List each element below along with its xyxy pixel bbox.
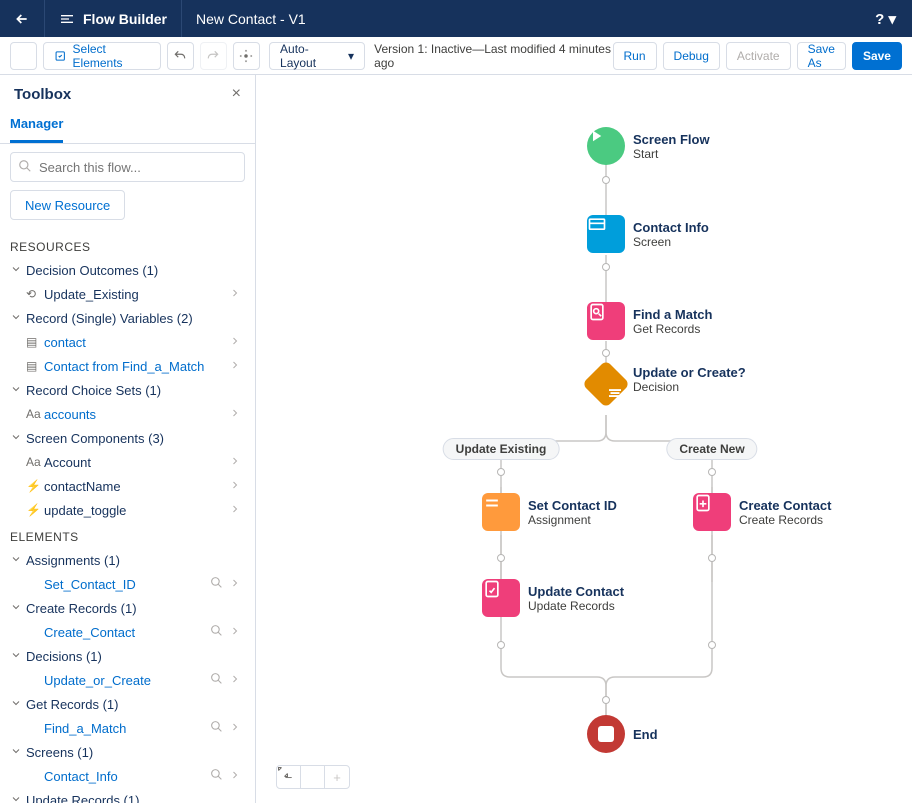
tree-item[interactable]: ⚡update_toggle (10, 498, 245, 522)
node-create-contact[interactable]: Create Contact Create Records (693, 493, 831, 531)
chevron-right-icon[interactable] (229, 334, 245, 350)
tree-item[interactable]: Set_Contact_ID (10, 572, 245, 596)
tree-item[interactable]: ⚡contactName (10, 474, 245, 498)
chevron-right-icon[interactable] (229, 720, 245, 736)
chevron-right-icon[interactable] (229, 406, 245, 422)
branch-label-update[interactable]: Update Existing (443, 438, 560, 460)
tab-manager[interactable]: Manager (10, 107, 63, 143)
chevron-right-icon[interactable] (229, 768, 245, 784)
version-status: Version 1: Inactive—Last modified 4 minu… (374, 42, 612, 70)
undo-button[interactable] (167, 42, 194, 70)
node-end[interactable]: End (587, 715, 658, 753)
node-find-match[interactable]: Find a Match Get Records (587, 302, 712, 340)
flow-connectors (256, 75, 912, 803)
tree-item[interactable]: Create_Contact (10, 620, 245, 644)
toolbox-title: Toolbox (14, 86, 71, 103)
node-set-contact-id[interactable]: Set Contact ID Assignment (482, 493, 617, 531)
close-toolbox-button[interactable]: × (232, 85, 241, 103)
tree-item[interactable]: Find_a_Match (10, 716, 245, 740)
chevron-right-icon[interactable] (229, 454, 245, 470)
app-title: Flow Builder (45, 0, 181, 37)
tree-item[interactable]: Contact_Info (10, 764, 245, 788)
redo-button[interactable] (200, 42, 227, 70)
branch-label-create[interactable]: Create New (666, 438, 757, 460)
run-button[interactable]: Run (613, 42, 657, 70)
locate-icon[interactable] (210, 576, 223, 592)
update-records-icon (482, 579, 520, 617)
chevron-right-icon[interactable] (229, 358, 245, 374)
chevron-right-icon[interactable] (229, 286, 245, 302)
help-button[interactable]: ? ▾ (859, 10, 912, 28)
zoom-fit-button[interactable] (301, 766, 325, 788)
settings-button[interactable] (233, 42, 260, 70)
tree-group[interactable]: Screens (1) (10, 740, 245, 764)
tree-item[interactable]: Update_or_Create (10, 668, 245, 692)
decision-icon (582, 360, 630, 408)
resources-heading: RESOURCES (10, 240, 245, 254)
elements-heading: ELEMENTS (10, 530, 245, 544)
locate-icon[interactable] (210, 624, 223, 640)
end-icon (587, 715, 625, 753)
tree-group[interactable]: Update Records (1) (10, 788, 245, 803)
search-input[interactable] (10, 152, 245, 182)
tree-item[interactable]: ▤contact (10, 330, 245, 354)
toggle-toolbox-button[interactable] (10, 42, 37, 70)
tree-item[interactable]: AaAccount (10, 450, 245, 474)
flow-name: New Contact - V1 (182, 11, 320, 27)
main: Toolbox × Manager New Resource RESOURCES… (0, 75, 912, 803)
tree-group[interactable]: Record (Single) Variables (2) (10, 306, 245, 330)
node-update-contact[interactable]: Update Contact Update Records (482, 579, 624, 617)
back-button[interactable] (0, 0, 44, 37)
select-elements-button[interactable]: Select Elements (43, 42, 161, 70)
tree-group[interactable]: Assignments (1) (10, 548, 245, 572)
chevron-down-icon: ▾ (348, 49, 354, 63)
tree-item[interactable]: ⟲Update_Existing (10, 282, 245, 306)
get-records-icon (587, 302, 625, 340)
chevron-right-icon[interactable] (229, 672, 245, 688)
save-button[interactable]: Save (852, 42, 902, 70)
tree-group[interactable]: Create Records (1) (10, 596, 245, 620)
start-icon (587, 127, 625, 165)
chevron-right-icon[interactable] (229, 478, 245, 494)
tree-item[interactable]: Aaaccounts (10, 402, 245, 426)
layout-mode-dropdown[interactable]: Auto-Layout ▾ (269, 42, 365, 70)
chevron-right-icon[interactable] (229, 502, 245, 518)
locate-icon[interactable] (210, 768, 223, 784)
activate-button: Activate (726, 42, 791, 70)
debug-button[interactable]: Debug (663, 42, 720, 70)
tree-group[interactable]: Decisions (1) (10, 644, 245, 668)
flow-canvas[interactable]: Screen Flow Start Contact Info Screen Fi… (256, 75, 912, 803)
node-start[interactable]: Screen Flow Start (587, 127, 710, 165)
tree-group[interactable]: Get Records (1) (10, 692, 245, 716)
save-as-button[interactable]: Save As (797, 42, 846, 70)
assignment-icon (482, 493, 520, 531)
zoom-in-button[interactable]: + (325, 766, 349, 788)
elements-tree: Assignments (1)Set_Contact_IDCreate Reco… (10, 548, 245, 803)
tree-group[interactable]: Decision Outcomes (1) (10, 258, 245, 282)
node-contact-info[interactable]: Contact Info Screen (587, 215, 709, 253)
toolbar: Select Elements Auto-Layout ▾ Version 1:… (0, 37, 912, 75)
screen-icon (587, 215, 625, 253)
chevron-right-icon[interactable] (229, 624, 245, 640)
tree-group[interactable]: Record Choice Sets (1) (10, 378, 245, 402)
tree-item[interactable]: ▤Contact from Find_a_Match (10, 354, 245, 378)
new-resource-button[interactable]: New Resource (10, 190, 125, 220)
tree-group[interactable]: Screen Components (3) (10, 426, 245, 450)
toolbox-panel: Toolbox × Manager New Resource RESOURCES… (0, 75, 256, 803)
locate-icon[interactable] (210, 720, 223, 736)
search-icon (18, 159, 32, 176)
node-decision[interactable]: Update or Create? Decision (587, 365, 746, 403)
locate-icon[interactable] (210, 672, 223, 688)
zoom-controls: − + (276, 765, 350, 789)
resources-tree: Decision Outcomes (1)⟲Update_ExistingRec… (10, 258, 245, 522)
chevron-right-icon[interactable] (229, 576, 245, 592)
toolbox-tabs: Manager (0, 107, 255, 144)
create-records-icon (693, 493, 731, 531)
app-header: Flow Builder New Contact - V1 ? ▾ (0, 0, 912, 37)
